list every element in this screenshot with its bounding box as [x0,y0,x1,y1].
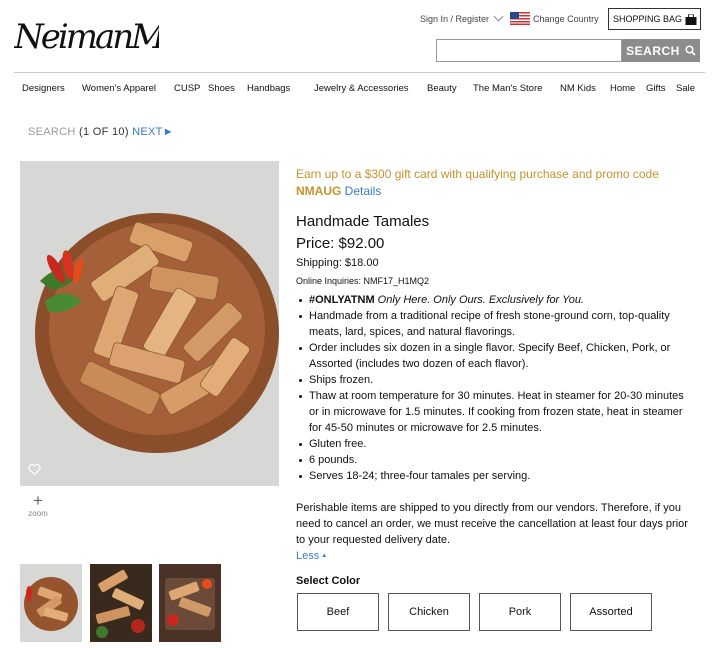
color-option-beef[interactable]: Beef [297,593,379,631]
nav-item-beauty[interactable]: Beauty [427,83,457,94]
product-description-list: #ONLYATNM Only Here. Only Ours. Exclusiv… [296,292,696,484]
search-button-label: SEARCH [626,43,680,58]
shopping-bag-button[interactable]: SHOPPING BAG [608,8,701,30]
thumbnail-image [20,564,82,642]
promo-code: NMAUG [296,184,342,198]
search-breadcrumb: SEARCH (1 OF 10) NEXT► [28,126,174,138]
bag-icon [685,13,697,25]
nav-item-sale[interactable]: Sale [676,83,695,94]
nav-item-womens-apparel[interactable]: Women's Apparel [82,83,156,94]
select-color-label: Select Color [296,575,361,587]
zoom-control[interactable]: + zoom [24,491,52,518]
breadcrumb-count: (1 OF 10) [79,126,129,138]
change-country-link[interactable]: Change Country [533,14,599,24]
nav-item-shoes[interactable]: Shoes [208,83,235,94]
product-price: Price: $92.00 [296,235,385,252]
caret-up-icon: ▲ [321,553,328,560]
product-main-image[interactable] [20,161,279,486]
main-nav: Designers Women's Apparel CUSP Shoes Han… [14,78,705,100]
color-option-chicken[interactable]: Chicken [388,593,470,631]
logo-wordmark-icon: NeimanMarcus [13,17,248,57]
us-flag-icon[interactable] [510,12,531,25]
thumbnail-image [159,564,221,642]
list-item: #ONLYATNM Only Here. Only Ours. Exclusiv… [296,292,696,308]
product-shipping: Shipping: $18.00 [296,257,379,269]
nav-item-gifts[interactable]: Gifts [646,83,666,94]
list-item: Ships frozen. [296,372,696,388]
chevron-down-icon[interactable] [493,11,504,22]
nav-item-designers[interactable]: Designers [22,83,65,94]
nav-item-jewelry-accessories[interactable]: Jewelry & Accessories [314,83,409,94]
thumbnail-2[interactable] [90,564,152,642]
nav-divider [14,72,705,73]
list-item: Serves 18-24; three-four tamales per ser… [296,468,696,484]
neiman-marcus-logo[interactable]: NeimanMarcus [13,8,248,66]
search-icon [685,45,696,56]
only-tag: #ONLYATNM [309,294,375,306]
less-toggle[interactable]: Less ▲ [296,550,327,562]
perishable-notice: Perishable items are shipped to you dire… [296,502,688,546]
list-item: Thaw at room temperature for 30 minutes.… [296,388,696,436]
list-item: Order includes six dozen in a single fla… [296,340,696,372]
search-input[interactable] [436,39,622,62]
online-inquiries: Online Inquiries: NMF17_H1MQ2 [296,276,430,286]
only-desc: Only Here. Only Ours. Exclusively for Yo… [377,294,585,306]
nav-item-mans-store[interactable]: The Man's Store [473,83,542,94]
color-option-assorted[interactable]: Assorted [570,593,652,631]
nav-item-handbags[interactable]: Handbags [247,83,290,94]
search-button[interactable]: SEARCH [622,39,700,62]
less-label: Less [296,550,320,562]
promo-banner: Earn up to a $300 gift card with qualify… [296,166,696,200]
list-item: Handmade from a traditional recipe of fr… [296,308,696,340]
zoom-plus-icon: + [33,491,43,510]
breadcrumb-next-link[interactable]: NEXT► [132,126,174,138]
svg-text:NeimanMarcus: NeimanMarcus [14,17,159,57]
zoom-label: zoom [28,509,48,518]
list-item: 6 pounds. [296,452,696,468]
thumbnail-image [90,564,152,642]
heart-icon[interactable] [28,463,41,476]
thumbnail-1[interactable] [20,564,82,642]
nav-item-nm-kids[interactable]: NM Kids [560,83,596,94]
color-option-pork[interactable]: Pork [479,593,561,631]
product-title: Handmade Tamales [296,213,430,230]
breadcrumb-search[interactable]: SEARCH [28,126,76,138]
thumbnail-3[interactable] [159,564,221,642]
tamales-bowl-image [20,161,279,486]
shopping-bag-label: SHOPPING BAG [613,14,683,24]
header-top-links: Sign In / Register Change Country [420,11,599,25]
list-item: Gluten free. [296,436,696,452]
promo-details-link[interactable]: Details [345,184,382,198]
nav-item-cusp[interactable]: CUSP [174,83,200,94]
sign-in-link[interactable]: Sign In / Register [420,14,489,24]
nav-item-home[interactable]: Home [610,83,635,94]
promo-text: Earn up to a $300 gift card with qualify… [296,167,659,181]
